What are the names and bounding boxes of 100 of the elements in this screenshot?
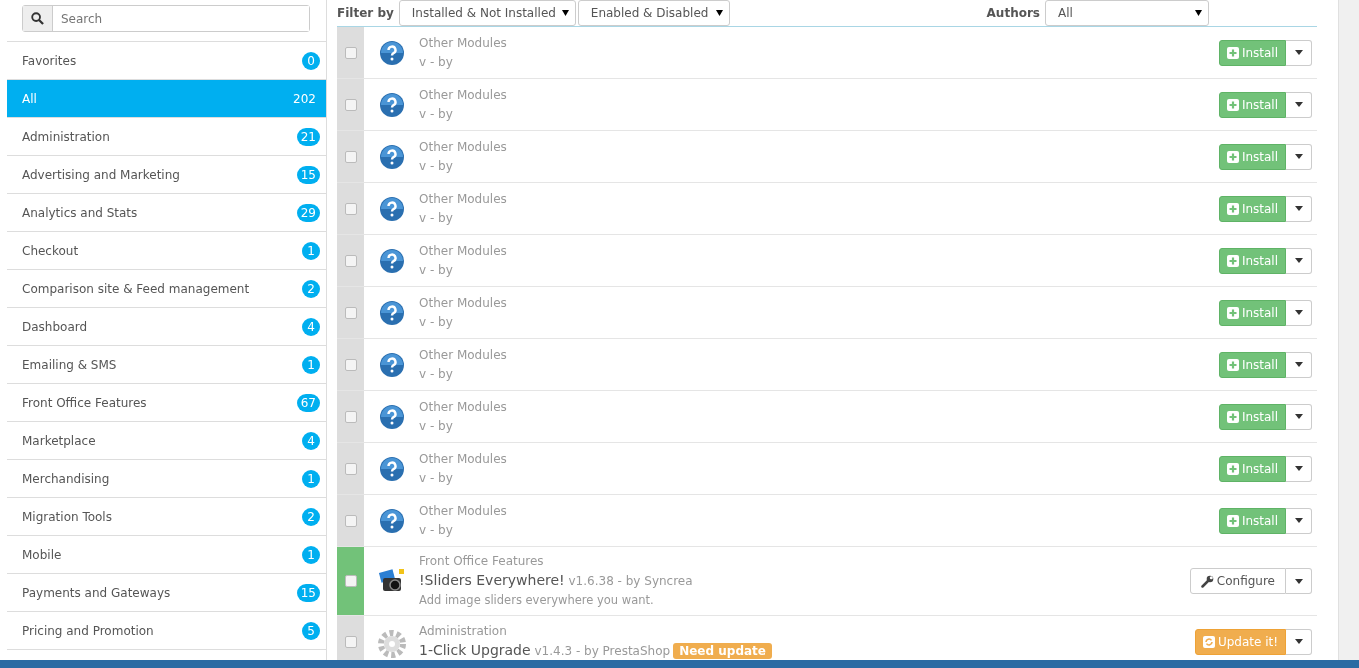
caret-icon [715,9,723,16]
category-item[interactable]: Administration 21 [7,118,326,156]
caret-icon [1294,466,1303,471]
category-item[interactable]: Migration Tools 2 [7,498,326,536]
module-version: v - by [419,470,453,485]
module-category: Other Modules [419,346,508,364]
module-version: v - by [419,262,453,277]
help-icon [378,507,405,534]
plus-icon [1226,410,1239,423]
category-item[interactable]: Dashboard 4 [7,308,326,346]
help-icon [378,299,405,326]
caret-icon [1294,578,1303,584]
plus-icon [1226,202,1239,215]
caret-icon [561,9,569,16]
caret-icon [1294,310,1303,315]
dropdown-toggle-button[interactable] [1286,91,1312,118]
search-field[interactable]: Search [22,5,310,32]
module-count: 4 [302,431,320,450]
dropdown-toggle-button[interactable] [1286,299,1312,326]
module-category: Other Modules [419,86,508,104]
category-item[interactable]: Pricing and Promotion 5 [7,612,326,650]
module-count: 202 [292,90,317,108]
enabled-select[interactable]: Enabled & Disabled [577,0,730,26]
checkbox[interactable] [344,410,357,423]
category-item[interactable]: Marketplace 4 [7,422,326,460]
checkbox[interactable] [344,254,357,267]
module-version: v - by [419,158,453,173]
update-badge: Need update [673,643,772,659]
module-count: 2 [302,279,320,298]
caret-icon [1294,258,1303,263]
module-category: Other Modules [419,398,508,416]
help-icon [378,247,405,274]
caret-icon [1195,9,1202,16]
checkbox[interactable] [344,306,357,319]
module-version: v - by [419,522,453,537]
module-count: 15 [296,165,320,184]
dropdown-toggle-button[interactable] [1286,568,1312,594]
dropdown-toggle-button[interactable] [1286,195,1312,222]
module-category: Other Modules [419,190,508,208]
checkbox[interactable] [344,575,357,587]
plus-icon [1226,150,1239,163]
plus-icon [1226,306,1239,319]
help-icon [378,91,405,118]
module-description: Add image sliders everywhere you want. [419,592,655,609]
checkbox[interactable] [344,150,357,163]
category-item[interactable]: Checkout 1 [7,232,326,270]
help-icon [378,403,405,430]
checkbox[interactable] [344,202,357,215]
dropdown-toggle-button[interactable] [1286,39,1312,66]
help-icon [378,455,405,482]
help-icon [378,143,405,170]
plus-icon [1226,462,1239,475]
caret-icon [1294,154,1303,159]
module-version: v - by [419,418,453,433]
category-item[interactable]: Mobile 1 [7,536,326,574]
category-item[interactable]: Emailing & SMS 1 [7,346,326,384]
dropdown-toggle-button[interactable] [1286,351,1312,378]
module-count: 2 [302,507,320,526]
module-count: 67 [296,393,320,412]
help-icon [378,39,405,66]
category-item[interactable]: Analytics and Stats 29 [7,194,326,232]
module-count: 21 [296,127,320,146]
module-count: 1 [302,355,320,374]
dropdown-toggle-button[interactable] [1286,455,1312,482]
module-category: Other Modules [419,502,508,520]
refresh-icon [1202,635,1215,648]
caret-icon [1294,102,1303,107]
module-category: Other Modules [419,138,508,156]
status-select[interactable]: Installed & Not Installed [398,0,576,26]
module-category: Other Modules [419,450,508,468]
dropdown-toggle-button[interactable] [1286,143,1312,170]
dropdown-toggle-button[interactable] [1286,403,1312,430]
category-item[interactable]: Comparison site & Feed management 2 [7,270,326,308]
dropdown-toggle-button[interactable] [1286,247,1312,274]
module-count: 1 [302,241,320,260]
configure-button[interactable]: Configure [1189,568,1286,594]
module-version: v - by [419,106,453,121]
checkbox[interactable] [344,358,357,371]
checkbox[interactable] [344,98,357,111]
checkbox[interactable] [344,514,357,527]
module-version: v - by [419,54,453,69]
scrollbar[interactable] [1338,0,1359,660]
caret-icon [1294,362,1303,367]
dropdown-toggle-button[interactable] [1286,628,1312,655]
wrench-icon [1200,574,1214,588]
category-item[interactable]: Advertising and Marketing 15 [7,156,326,194]
checkbox[interactable] [344,635,357,648]
module-category: Front Office Features [419,553,545,570]
module-category: Other Modules [419,34,508,52]
checkbox[interactable] [344,462,357,475]
module-count: 29 [296,203,320,222]
dropdown-toggle-button[interactable] [1286,507,1312,534]
category-item[interactable]: Merchandising 1 [7,460,326,498]
checkbox[interactable] [344,46,357,59]
plus-icon [1226,254,1239,267]
category-item[interactable]: Payments and Gateways 15 [7,574,326,612]
authors-select[interactable]: All [1045,0,1209,26]
category-item[interactable]: Front Office Features 67 [7,384,326,422]
module-category: Other Modules [419,242,508,260]
module-count: 4 [302,317,320,336]
